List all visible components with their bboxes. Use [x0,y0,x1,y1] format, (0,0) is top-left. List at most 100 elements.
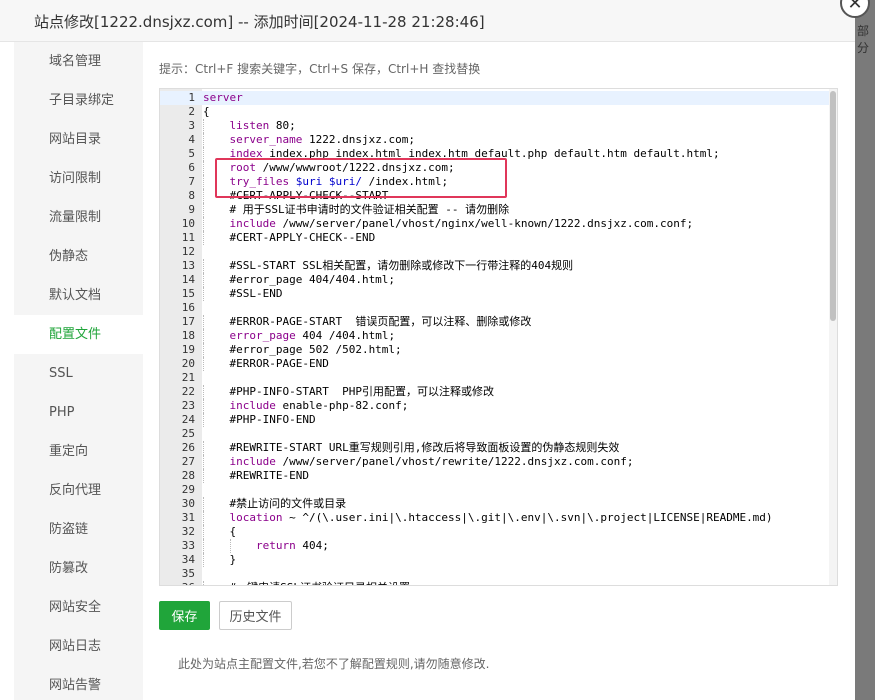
code-line[interactable]: 14 #error_page 404/404.html; [160,273,837,287]
code-line[interactable]: 2{ [160,105,837,119]
backdrop-text-fragment: 部分 [857,24,870,55]
sidebar-item[interactable]: 重定向 [14,432,143,471]
code-line[interactable]: 31 location ~ ^/(\.user.ini|\.htaccess|\… [160,511,837,525]
code-line[interactable]: 33 return 404; [160,539,837,553]
code-line[interactable]: 35 [160,567,837,581]
code-text: #error_page 502 /502.html; [203,343,402,356]
line-number: 13 [181,259,195,272]
code-line[interactable]: 24 #PHP-INFO-END [160,413,837,427]
dialog-title-bar: 站点修改[1222.dnsjxz.com] -- 添加时间[2024-11-28… [0,0,855,42]
code-line[interactable]: 5 index index.php index.html index.htm d… [160,147,837,161]
code-line[interactable]: 19 #error_page 502 /502.html; [160,343,837,357]
code-text: { [203,105,210,118]
sidebar-item[interactable]: 反向代理 [14,471,143,510]
code-line[interactable]: 17 #ERROR-PAGE-START 错误页配置，可以注释、删除或修改 [160,315,837,329]
line-number: 14 [181,273,195,286]
save-button[interactable]: 保存 [159,601,210,630]
sidebar-item[interactable]: SSL [14,354,143,393]
code-line[interactable]: 30 #禁止访问的文件或目录 [160,497,837,511]
backdrop: 部分 [855,0,875,700]
code-text: #CERT-APPLY-CHECK--START [203,189,389,202]
code-line[interactable]: 34 } [160,553,837,567]
line-number: 27 [181,455,195,468]
editor-hint: 提示：Ctrl+F 搜索关键字，Ctrl+S 保存，Ctrl+H 查找替换 [159,62,481,76]
code-line[interactable]: 13 #SSL-START SSL相关配置，请勿删除或修改下一行带注释的404规… [160,259,837,273]
code-text: include enable-php-82.conf; [229,399,409,412]
sidebar-item[interactable]: 防篡改 [14,549,143,588]
config-warning-note: 此处为站点主配置文件,若您不了解配置规则,请勿随意修改. [178,657,490,671]
code-line[interactable]: 29 [160,483,837,497]
line-number: 16 [181,301,195,314]
line-number: 7 [188,175,195,188]
config-code-editor[interactable]: 1 server 2{3 listen 80; 4 server_name 1222.… [159,88,838,586]
line-number: 12 [181,245,195,258]
code-line[interactable]: 16 [160,301,837,315]
line-number: 31 [181,511,195,524]
line-number: 32 [181,525,195,538]
code-line[interactable]: 23 include enable-php-82.conf; [160,399,837,413]
code-line[interactable]: 1 server [160,91,837,105]
code-text: location ~ ^/(\.user.ini|\.htaccess|\.gi… [229,511,773,524]
sidebar-item[interactable]: 网站日志 [14,627,143,666]
editor-scrollbar-thumb[interactable] [830,91,836,321]
code-line[interactable]: 18 error_page 404 /404.html; [160,329,837,343]
line-number: 3 [188,119,195,132]
code-line[interactable]: 10 include /www/server/panel/vhost/nginx… [160,217,837,231]
line-number: 22 [181,385,195,398]
code-line[interactable]: 7 try_files $uri $uri/ /index.html; [160,175,837,189]
code-line[interactable]: 36 #一键申请SSL证书验证目录相关设置 [160,581,837,585]
code-line[interactable]: 4 server_name 1222.dnsjxz.com; [160,133,837,147]
code-line[interactable]: 9 # 用于SSL证书申请时的文件验证相关配置 -- 请勿删除 [160,203,837,217]
line-number: 24 [181,413,195,426]
code-line[interactable]: 32 { [160,525,837,539]
line-number: 2 [188,105,195,118]
code-line[interactable]: 11 #CERT-APPLY-CHECK--END [160,231,837,245]
code-line[interactable]: 25 [160,427,837,441]
editor-scrollbar-track[interactable] [829,89,837,585]
line-number: 20 [181,357,195,370]
line-number: 23 [181,399,195,412]
line-number: 18 [181,329,195,342]
sidebar-item[interactable]: 流量限制 [14,198,143,237]
code-line[interactable]: 3 listen 80; [160,119,837,133]
sidebar-item[interactable]: 子目录绑定 [14,81,143,120]
code-line[interactable]: 28 #REWRITE-END [160,469,837,483]
code-text: #PHP-INFO-END [203,413,316,426]
code-line[interactable]: 20 #ERROR-PAGE-END [160,357,837,371]
sidebar-item[interactable]: 默认文档 [14,276,143,315]
sidebar-item[interactable]: PHP [14,393,143,432]
line-number: 21 [181,371,195,384]
sidebar-item[interactable]: 访问限制 [14,159,143,198]
line-number: 19 [181,343,195,356]
code-text: #SSL-START SSL相关配置，请勿删除或修改下一行带注释的404规则 [203,259,574,272]
dialog-title: 站点修改[1222.dnsjxz.com] -- 添加时间[2024-11-28… [34,13,485,31]
code-line[interactable]: 22 #PHP-INFO-START PHP引用配置，可以注释或修改 [160,385,837,399]
line-number: 30 [181,497,195,510]
code-line[interactable]: 21 [160,371,837,385]
code-line[interactable]: 15 #SSL-END [160,287,837,301]
line-number: 36 [160,581,195,585]
line-number: 6 [188,161,195,174]
line-number: 35 [181,567,195,580]
code-line[interactable]: 6 root /www/wwwroot/1222.dnsjxz.com; [160,161,837,175]
sidebar-item[interactable]: 防盗链 [14,510,143,549]
sidebar-item[interactable]: 网站告警 [14,666,143,700]
line-number: 1 [188,91,195,104]
code-line[interactable]: 12 [160,245,837,259]
code-line[interactable]: 8 #CERT-APPLY-CHECK--START [160,189,837,203]
line-number: 17 [181,315,195,328]
sidebar-item[interactable]: 配置文件 [14,315,143,354]
sidebar-item[interactable]: 网站安全 [14,588,143,627]
code-text: #一键申请SSL证书验证目录相关设置 [203,581,410,585]
sidebar-item[interactable]: 网站目录 [14,120,143,159]
sidebar-item[interactable]: 域名管理 [14,42,143,81]
code-text: { [203,525,237,538]
code-line[interactable]: 27 include /www/server/panel/vhost/rewri… [160,455,837,469]
code-text: # 用于SSL证书申请时的文件验证相关配置 -- 请勿删除 [203,203,510,216]
code-text: server [203,91,243,104]
line-number: 5 [188,147,195,160]
sidebar-item[interactable]: 伪静态 [14,237,143,276]
line-number: 10 [181,217,195,230]
code-line[interactable]: 26 #REWRITE-START URL重写规则引用,修改后将导致面板设置的伪… [160,441,837,455]
history-files-button[interactable]: 历史文件 [219,601,292,630]
